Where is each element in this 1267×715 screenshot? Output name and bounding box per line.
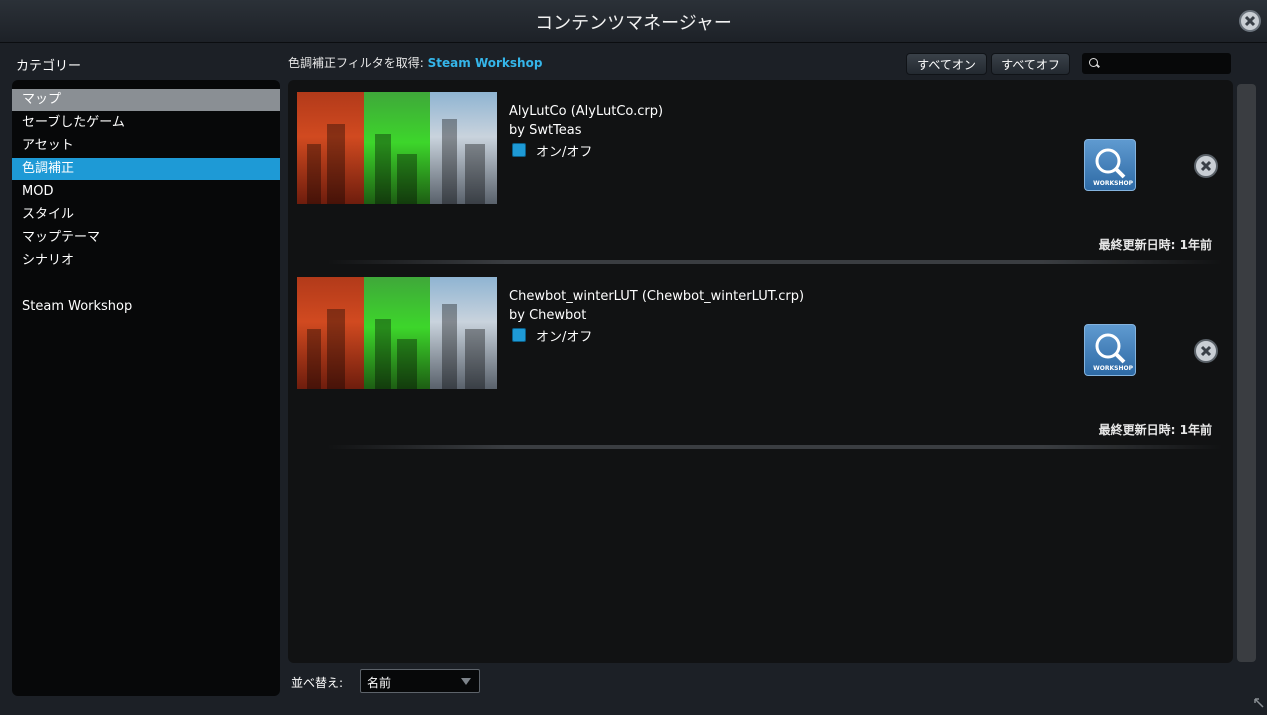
workshop-view-button[interactable]: WORKSHOP bbox=[1084, 139, 1136, 191]
close-icon bbox=[1244, 15, 1256, 27]
workshop-logo: WORKSHOP bbox=[1093, 365, 1133, 372]
sidebar-item-map-themes[interactable]: マップテーマ bbox=[12, 227, 280, 249]
sidebar-item-saved-games[interactable]: セーブしたゲーム bbox=[12, 112, 280, 134]
item-name: AlyLutCo (AlyLutCo.crp) bbox=[509, 104, 664, 119]
sidebar-item-styles[interactable]: スタイル bbox=[12, 204, 280, 226]
all-off-button[interactable]: すべてオフ bbox=[991, 53, 1070, 75]
list-item: Chewbot_winterLUT (Chewbot_winterLUT.crp… bbox=[297, 277, 1222, 457]
category-sidebar: マップ セーブしたゲーム アセット 色調補正 MOD スタイル マップテーマ シ… bbox=[12, 80, 280, 696]
item-thumbnail bbox=[297, 92, 497, 204]
chevron-down-icon bbox=[461, 678, 471, 685]
category-label: カテゴリー bbox=[16, 59, 82, 74]
steam-workshop-link[interactable]: Steam Workshop bbox=[428, 56, 543, 70]
workshop-logo: WORKSHOP bbox=[1093, 180, 1133, 187]
item-author: by Chewbot bbox=[509, 308, 587, 323]
search-input[interactable] bbox=[1102, 53, 1227, 74]
sort-dropdown[interactable]: 名前 bbox=[360, 669, 480, 693]
close-icon bbox=[1200, 345, 1212, 357]
filter-label-text: 色調補正フィルタを取得: bbox=[288, 56, 424, 70]
close-window-button[interactable] bbox=[1239, 10, 1261, 32]
scrollbar[interactable] bbox=[1237, 84, 1256, 662]
search-icon bbox=[1089, 58, 1098, 67]
title-bar: コンテンツマネージャー bbox=[0, 0, 1267, 43]
unsubscribe-button[interactable] bbox=[1194, 339, 1218, 363]
enable-checkbox-label[interactable]: オン/オフ bbox=[536, 326, 592, 345]
list-item: AlyLutCo (AlyLutCo.crp) by SwtTeas オン/オフ… bbox=[297, 92, 1222, 272]
sidebar-item-map[interactable]: マップ bbox=[12, 89, 280, 111]
enable-checkbox[interactable] bbox=[512, 143, 526, 157]
sort-dropdown-value: 名前 bbox=[367, 676, 392, 690]
sort-label: 並べ替え: bbox=[291, 676, 344, 690]
item-name: Chewbot_winterLUT (Chewbot_winterLUT.crp… bbox=[509, 289, 805, 304]
sidebar-item-color-correction[interactable]: 色調補正 bbox=[12, 158, 280, 180]
close-icon bbox=[1200, 160, 1212, 172]
window-title: コンテンツマネージャー bbox=[535, 13, 732, 34]
resize-handle-icon[interactable] bbox=[1254, 698, 1264, 708]
sidebar-item-assets[interactable]: アセット bbox=[12, 135, 280, 157]
item-divider bbox=[327, 445, 1222, 449]
enable-checkbox[interactable] bbox=[512, 328, 526, 342]
item-author: by SwtTeas bbox=[509, 123, 582, 138]
all-on-button[interactable]: すべてオン bbox=[906, 53, 987, 75]
sidebar-item-mod[interactable]: MOD bbox=[12, 181, 280, 203]
sidebar-item-scenarios[interactable]: シナリオ bbox=[12, 250, 280, 272]
workshop-view-button[interactable]: WORKSHOP bbox=[1084, 324, 1136, 376]
filter-label: 色調補正フィルタを取得: Steam Workshop bbox=[288, 54, 542, 71]
item-divider bbox=[327, 260, 1222, 264]
unsubscribe-button[interactable] bbox=[1194, 154, 1218, 178]
sidebar-item-steam-workshop[interactable]: Steam Workshop bbox=[12, 296, 280, 318]
item-thumbnail bbox=[297, 277, 497, 389]
search-box bbox=[1082, 53, 1231, 74]
last-updated: 最終更新日時: 1年前 bbox=[1098, 238, 1212, 252]
enable-checkbox-label[interactable]: オン/オフ bbox=[536, 141, 592, 160]
last-updated: 最終更新日時: 1年前 bbox=[1098, 423, 1212, 437]
